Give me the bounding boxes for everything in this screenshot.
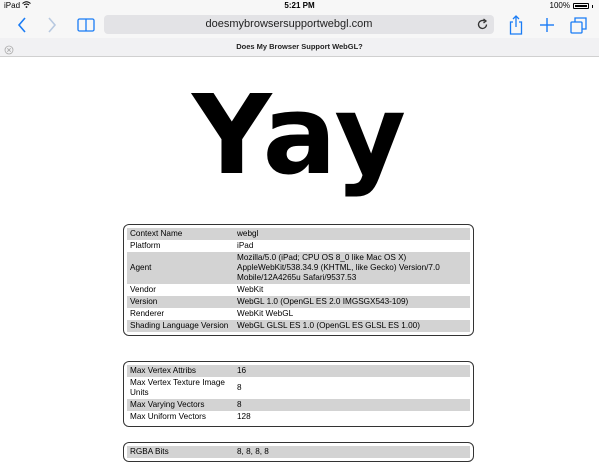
table-row: Agent Mozilla/5.0 (iPad; CPU OS 8_0 like … bbox=[127, 252, 470, 284]
row-value: 8 bbox=[237, 383, 242, 392]
bits-panel: RGBA Bits 8, 8, 8, 8 bbox=[123, 442, 474, 462]
bits-table: RGBA Bits 8, 8, 8, 8 bbox=[127, 446, 470, 458]
context-info-table: Context Name webgl Platform iPad Agent Mozill… bbox=[127, 228, 470, 332]
status-time: 5:21 PM bbox=[284, 1, 315, 10]
table-row: RGBA Bits 8, 8, 8, 8 bbox=[127, 446, 470, 458]
table-row: Renderer WebKit WebGL bbox=[127, 308, 470, 320]
row-label: Max Uniform Vectors bbox=[130, 412, 206, 421]
table-row: Max Vertex Texture Image Units 8 bbox=[127, 377, 470, 399]
tab-title[interactable]: Does My Browser Support WebGL? bbox=[0, 38, 599, 56]
status-bar: iPad 5:21 PM 100% bbox=[0, 0, 599, 12]
bookmarks-icon[interactable] bbox=[76, 14, 96, 36]
battery-icon bbox=[573, 3, 589, 9]
back-icon[interactable] bbox=[14, 14, 30, 36]
row-label: Renderer bbox=[130, 309, 165, 318]
row-label: Max Vertex Texture Image Units bbox=[130, 378, 225, 397]
address-bar[interactable]: doesmybrowsersupportwebgl.com bbox=[104, 15, 494, 34]
row-label: Version bbox=[127, 296, 234, 308]
table-row: Max Varying Vectors 8 bbox=[127, 399, 470, 411]
limits-table: Max Vertex Attribs 16 Max Vertex Texture I… bbox=[127, 365, 470, 423]
limits-panel: Max Vertex Attribs 16 Max Vertex Texture I… bbox=[123, 361, 474, 427]
row-value: 8 bbox=[234, 399, 470, 411]
reload-icon[interactable] bbox=[476, 18, 489, 31]
row-value: WebGL GLSL ES 1.0 (OpenGL ES GLSL ES 1.0… bbox=[234, 320, 470, 332]
table-row: Vendor WebKit bbox=[127, 284, 470, 296]
row-value: Mozilla/5.0 (iPad; CPU OS 8_0 like Mac O… bbox=[234, 252, 470, 284]
status-right: 100% bbox=[550, 0, 593, 12]
table-row: Version WebGL 1.0 (OpenGL ES 2.0 IMGSGX54… bbox=[127, 296, 470, 308]
row-label: Context Name bbox=[127, 228, 234, 240]
new-tab-icon[interactable] bbox=[538, 14, 556, 36]
url-text[interactable]: doesmybrowsersupportwebgl.com bbox=[104, 15, 474, 34]
tab-bar: Does My Browser Support WebGL? bbox=[0, 38, 599, 57]
table-row: Platform iPad bbox=[127, 240, 470, 252]
row-value: 16 bbox=[234, 365, 470, 377]
row-value: WebKit bbox=[237, 285, 264, 294]
tabs-icon[interactable] bbox=[568, 14, 588, 36]
battery-percent: 100% bbox=[549, 1, 570, 10]
row-value: webgl bbox=[234, 228, 470, 240]
table-row: Max Vertex Attribs 16 bbox=[127, 365, 470, 377]
browser-toolbar: doesmybrowsersupportwebgl.com bbox=[0, 12, 599, 38]
share-icon[interactable] bbox=[507, 14, 525, 36]
row-label: RGBA Bits bbox=[127, 446, 234, 458]
row-label: Shading Language Version bbox=[127, 320, 234, 332]
row-value: 128 bbox=[237, 412, 251, 421]
page-headline: Yay bbox=[191, 71, 408, 199]
row-value: iPad bbox=[237, 241, 254, 250]
table-row: Context Name webgl bbox=[127, 228, 470, 240]
row-value: WebKit WebGL bbox=[237, 309, 294, 318]
battery-tip bbox=[592, 4, 593, 8]
row-value: WebGL 1.0 (OpenGL ES 2.0 IMGSGX543-109) bbox=[234, 296, 470, 308]
table-row: Max Uniform Vectors 128 bbox=[127, 411, 470, 423]
row-label: Platform bbox=[130, 241, 161, 250]
row-label: Max Vertex Attribs bbox=[127, 365, 234, 377]
table-row: Shading Language Version WebGL GLSL ES 1.… bbox=[127, 320, 470, 332]
row-label: Vendor bbox=[130, 285, 156, 294]
row-value: 8, 8, 8, 8 bbox=[234, 446, 470, 458]
row-label: Agent bbox=[127, 252, 234, 284]
context-info-panel: Context Name webgl Platform iPad Agent Mozill… bbox=[123, 224, 474, 336]
forward-icon[interactable] bbox=[44, 14, 60, 36]
row-label: Max Varying Vectors bbox=[127, 399, 234, 411]
